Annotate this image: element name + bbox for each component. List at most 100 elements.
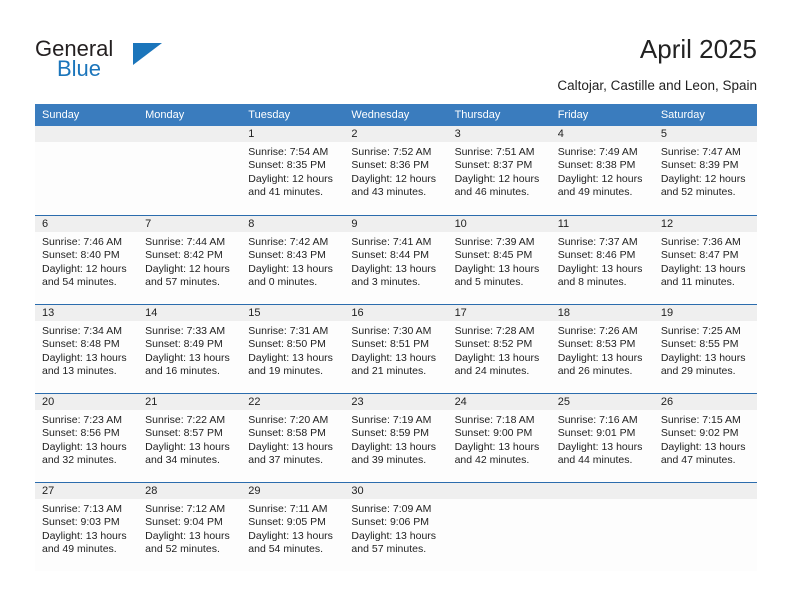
calendar-day-cell[interactable]: 17 Sunrise: 7:28 AM Sunset: 8:52 PM Dayligh… — [447, 305, 551, 393]
daylight-text-line1: Daylight: 13 hours — [248, 351, 333, 364]
daylight-text-line2: and 11 minutes. — [660, 276, 735, 289]
calendar-week-cells: 6 Sunrise: 7:46 AM Sunset: 8:40 PM Daylight… — [35, 216, 757, 304]
day-sun-info: Sunrise: 7:20 AM Sunset: 8:58 PM Daylight:… — [241, 410, 344, 468]
sunset-text: Sunset: 8:58 PM — [248, 427, 326, 440]
day-number-band: 18 — [550, 305, 654, 321]
calendar-day-cell[interactable]: 23 Sunrise: 7:19 AM Sunset: 8:59 PM Dayligh… — [344, 394, 448, 482]
sunrise-text: Sunrise: 7:30 AM — [351, 325, 432, 337]
sunset-text: Sunset: 8:38 PM — [557, 159, 636, 172]
day-number: 2 — [351, 128, 358, 140]
day-sun-info: Sunrise: 7:34 AM Sunset: 8:48 PM Daylight:… — [35, 321, 138, 379]
sunrise-text: Sunrise: 7:09 AM — [351, 503, 432, 515]
calendar-day-cell[interactable]: 6 Sunrise: 7:46 AM Sunset: 8:40 PM Daylight… — [35, 216, 139, 304]
day-number-band: 16 — [344, 305, 448, 321]
daylight-text-line1: Daylight: 12 hours — [42, 262, 127, 275]
calendar-day-cell[interactable]: 26 Sunrise: 7:15 AM Sunset: 9:02 PM Dayligh… — [653, 394, 757, 482]
day-number: 7 — [145, 218, 152, 230]
day-sun-info: Sunrise: 7:31 AM Sunset: 8:50 PM Daylight:… — [241, 321, 344, 379]
calendar-day-cell[interactable]: 21 Sunrise: 7:22 AM Sunset: 8:57 PM Dayligh… — [138, 394, 242, 482]
calendar-day-cell[interactable]: 25 Sunrise: 7:16 AM Sunset: 9:01 PM Dayligh… — [550, 394, 654, 482]
daylight-text-line1: Daylight: 13 hours — [454, 262, 540, 275]
day-sun-info: Sunrise: 7:30 AM Sunset: 8:51 PM Daylight:… — [344, 321, 447, 379]
calendar-day-cell[interactable]: 20 Sunrise: 7:23 AM Sunset: 8:56 PM Dayligh… — [35, 394, 139, 482]
calendar-day-cell[interactable]: 5 Sunrise: 7:47 AM Sunset: 8:39 PM Daylight… — [653, 126, 757, 215]
calendar-day-cell[interactable]: 28 Sunrise: 7:12 AM Sunset: 9:04 PM Dayligh… — [138, 483, 242, 571]
sunrise-text: Sunrise: 7:28 AM — [454, 325, 535, 337]
calendar-day-cell[interactable]: 7 Sunrise: 7:44 AM Sunset: 8:42 PM Daylight… — [138, 216, 242, 304]
day-sun-info: Sunrise: 7:51 AM Sunset: 8:37 PM Daylight:… — [448, 142, 551, 200]
daylight-text-line2: and 54 minutes. — [248, 543, 323, 556]
sunrise-text: Sunrise: 7:15 AM — [660, 414, 741, 426]
calendar-day-cell[interactable]: 2 Sunrise: 7:52 AM Sunset: 8:36 PM Daylight… — [344, 126, 448, 215]
day-number-band — [653, 483, 757, 499]
calendar-day-cell[interactable]: 15 Sunrise: 7:31 AM Sunset: 8:50 PM Dayligh… — [241, 305, 345, 393]
calendar-day-cell[interactable]: 22 Sunrise: 7:20 AM Sunset: 8:58 PM Dayligh… — [241, 394, 345, 482]
day-sun-info: Sunrise: 7:54 AM Sunset: 8:35 PM Daylight:… — [241, 142, 344, 200]
weekday-header-monday: Monday — [145, 109, 185, 121]
daylight-text-line1: Daylight: 13 hours — [145, 351, 230, 364]
calendar-week-cells: 13 Sunrise: 7:34 AM Sunset: 8:48 PM Dayligh… — [35, 305, 757, 393]
sunrise-text: Sunrise: 7:11 AM — [248, 503, 328, 515]
daylight-text-line2: and 52 minutes. — [660, 186, 736, 199]
calendar-day-cell[interactable]: 12 Sunrise: 7:36 AM Sunset: 8:47 PM Dayligh… — [653, 216, 757, 304]
day-number-band — [35, 126, 139, 142]
daylight-text-line2: and 34 minutes. — [145, 454, 220, 467]
daylight-text-line1: Daylight: 13 hours — [42, 529, 127, 542]
sunrise-text: Sunrise: 7:19 AM — [351, 414, 432, 426]
day-number-band: 14 — [138, 305, 242, 321]
calendar-day-cell[interactable]: 24 Sunrise: 7:18 AM Sunset: 9:00 PM Dayligh… — [447, 394, 551, 482]
calendar-day-cell[interactable]: 16 Sunrise: 7:30 AM Sunset: 8:51 PM Dayligh… — [344, 305, 448, 393]
daylight-text-line2: and 44 minutes. — [557, 454, 633, 467]
page-title: April 2025 — [639, 34, 757, 64]
day-sun-info: Sunrise: 7:52 AM Sunset: 8:36 PM Daylight:… — [344, 142, 447, 200]
day-sun-info: Sunrise: 7:41 AM Sunset: 8:44 PM Daylight:… — [344, 232, 447, 290]
sunset-text: Sunset: 8:51 PM — [351, 338, 430, 351]
daylight-text-line1: Daylight: 12 hours — [557, 172, 643, 185]
sunrise-text: Sunrise: 7:26 AM — [557, 325, 638, 337]
daylight-text-line1: Daylight: 13 hours — [351, 529, 437, 542]
daylight-text-line1: Daylight: 13 hours — [145, 440, 230, 453]
daylight-text-line2: and 46 minutes. — [454, 186, 530, 199]
calendar-day-cell[interactable]: 10 Sunrise: 7:39 AM Sunset: 8:45 PM Dayligh… — [447, 216, 551, 304]
calendar-week-row: 27 Sunrise: 7:13 AM Sunset: 9:03 PM Dayligh… — [35, 482, 757, 571]
daylight-text-line1: Daylight: 13 hours — [145, 529, 230, 542]
daylight-text-line2: and 52 minutes. — [145, 543, 220, 556]
sunset-text: Sunset: 8:44 PM — [351, 249, 430, 262]
sunrise-text: Sunrise: 7:44 AM — [145, 236, 226, 248]
calendar-day-cell[interactable]: 3 Sunrise: 7:51 AM Sunset: 8:37 PM Daylight… — [447, 126, 551, 215]
calendar-day-cell[interactable]: 9 Sunrise: 7:41 AM Sunset: 8:44 PM Daylight… — [344, 216, 448, 304]
day-number-band — [138, 126, 242, 142]
calendar-day-cell[interactable]: 14 Sunrise: 7:33 AM Sunset: 8:49 PM Dayligh… — [138, 305, 242, 393]
calendar-day-cell[interactable]: 27 Sunrise: 7:13 AM Sunset: 9:03 PM Dayligh… — [35, 483, 139, 571]
sunrise-text: Sunrise: 7:49 AM — [557, 146, 638, 158]
calendar-day-cell[interactable]: 8 Sunrise: 7:42 AM Sunset: 8:43 PM Daylight… — [241, 216, 345, 304]
day-number-band: 12 — [653, 216, 757, 232]
sunset-text: Sunset: 8:52 PM — [454, 338, 533, 351]
day-number-band: 1 — [241, 126, 345, 142]
daylight-text-line2: and 32 minutes. — [42, 454, 117, 467]
calendar-day-cell[interactable]: 13 Sunrise: 7:34 AM Sunset: 8:48 PM Dayligh… — [35, 305, 139, 393]
daylight-text-line2: and 19 minutes. — [248, 365, 323, 378]
daylight-text-line1: Daylight: 13 hours — [248, 529, 333, 542]
calendar-day-cell[interactable]: 4 Sunrise: 7:49 AM Sunset: 8:38 PM Daylight… — [550, 126, 654, 215]
calendar-day-cell[interactable]: 19 Sunrise: 7:25 AM Sunset: 8:55 PM Dayligh… — [653, 305, 757, 393]
general-blue-logo[interactable]: General Blue — [35, 36, 255, 92]
sunset-text: Sunset: 8:48 PM — [42, 338, 120, 351]
sunrise-text: Sunrise: 7:22 AM — [145, 414, 226, 426]
calendar-day-cell[interactable]: 18 Sunrise: 7:26 AM Sunset: 8:53 PM Dayligh… — [550, 305, 654, 393]
day-number-band: 24 — [447, 394, 551, 410]
calendar-day-cell[interactable]: 1 Sunrise: 7:54 AM Sunset: 8:35 PM Daylight… — [241, 126, 345, 215]
logo-text-blue: Blue — [57, 56, 102, 81]
calendar-week-cells: 27 Sunrise: 7:13 AM Sunset: 9:03 PM Dayligh… — [35, 483, 757, 571]
day-number: 30 — [351, 485, 364, 497]
day-number: 11 — [557, 218, 570, 230]
calendar-page: General Blue April 2025 Caltojar, Castil… — [0, 0, 792, 612]
daylight-text-line2: and 16 minutes. — [145, 365, 220, 378]
calendar-day-cell[interactable]: 30 Sunrise: 7:09 AM Sunset: 9:06 PM Dayligh… — [344, 483, 448, 571]
calendar-day-cell[interactable]: 29 Sunrise: 7:11 AM Sunset: 9:05 PM Dayligh… — [241, 483, 345, 571]
sunrise-text: Sunrise: 7:37 AM — [557, 236, 638, 248]
sunrise-text: Sunrise: 7:23 AM — [42, 414, 122, 426]
day-number: 26 — [660, 396, 674, 408]
day-number-band: 30 — [344, 483, 448, 499]
calendar-day-cell[interactable]: 11 Sunrise: 7:37 AM Sunset: 8:46 PM Dayligh… — [550, 216, 654, 304]
